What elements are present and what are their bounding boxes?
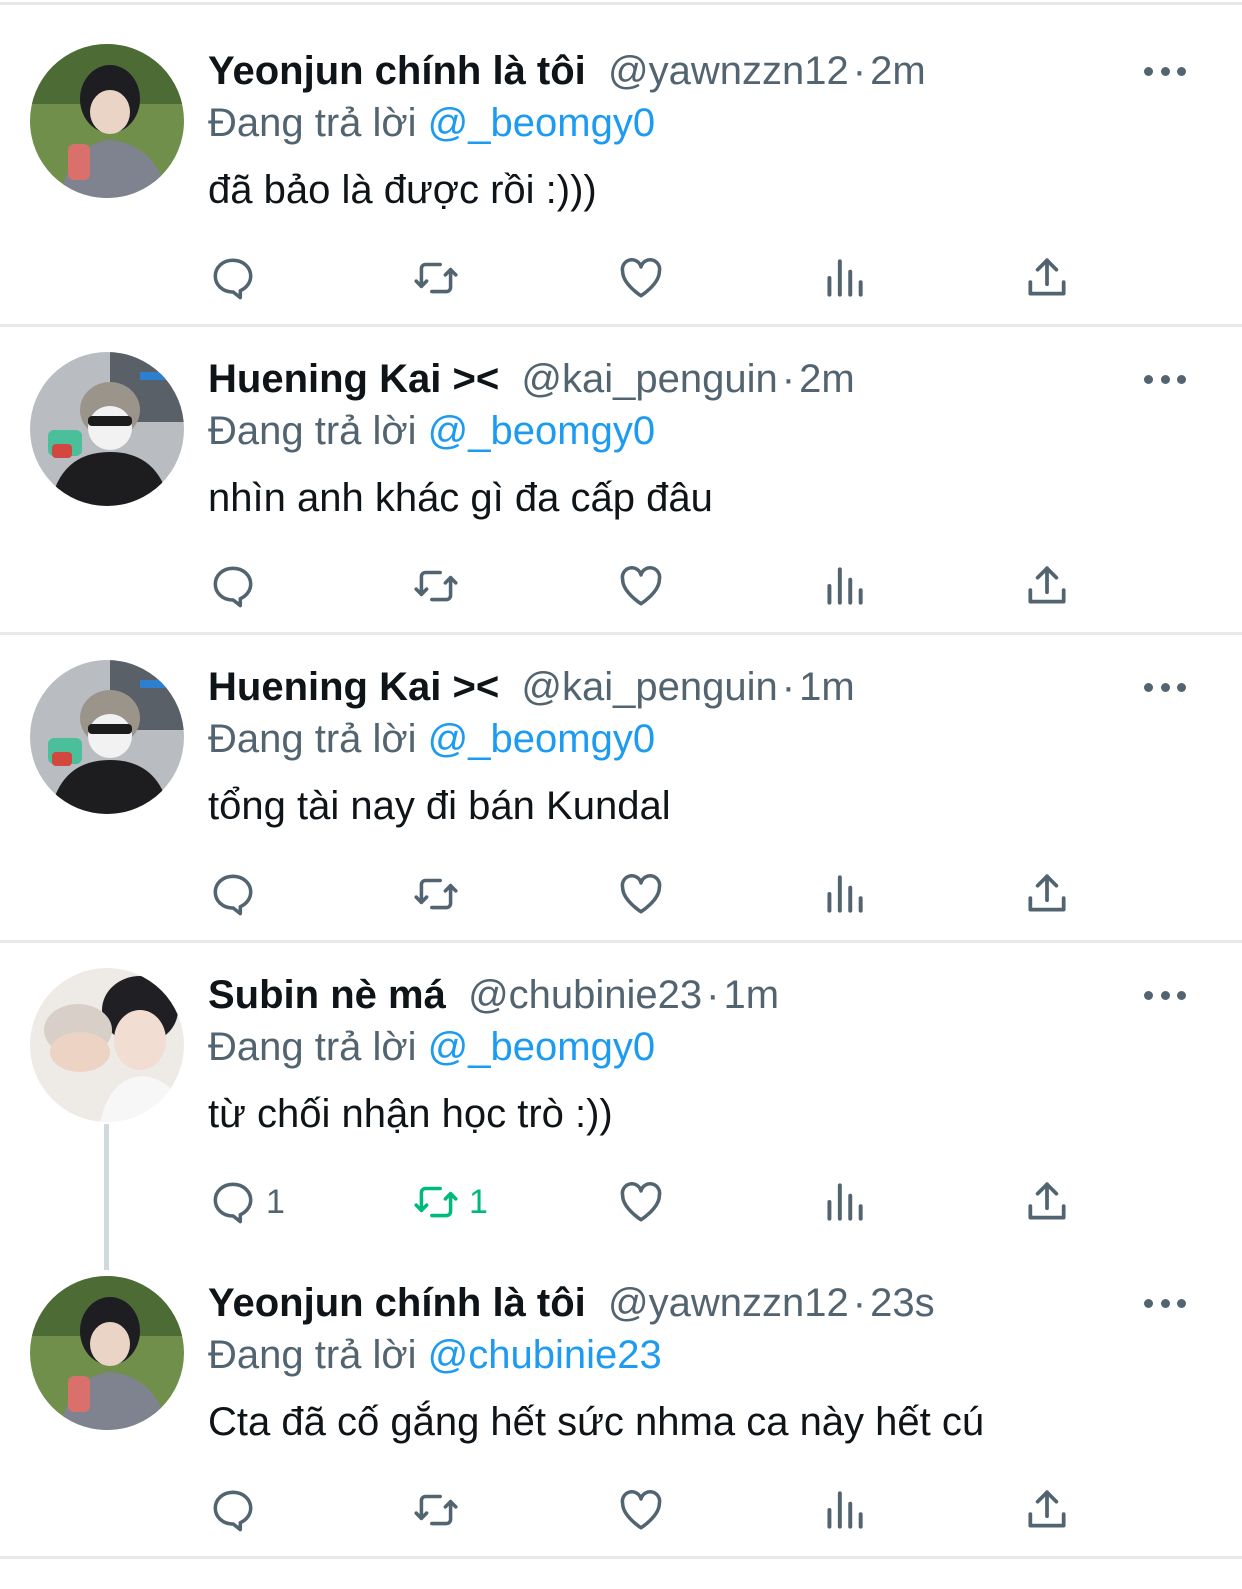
- reply-icon: [213, 1490, 253, 1532]
- like-button[interactable]: [616, 1482, 666, 1538]
- tweet-actions: [208, 1482, 1088, 1538]
- timestamp[interactable]: 23s: [870, 1281, 935, 1325]
- share-button[interactable]: [1022, 1482, 1072, 1538]
- tweet-header: Yeonjun chính là tôi @yawnzzn12 · 23s: [208, 1278, 935, 1328]
- views-icon: [827, 1491, 863, 1529]
- views-button[interactable]: [819, 1482, 869, 1538]
- reply-button[interactable]: [208, 1482, 266, 1538]
- meta-separator: ·: [852, 1281, 867, 1325]
- bottom-divider: [0, 1556, 1242, 1559]
- tweet-meta: @yawnzzn12 · 23s: [597, 1281, 935, 1325]
- tweet-5[interactable]: Yeonjun chính là tôi @yawnzzn12 · 23s Đang…: [0, 0, 1242, 1589]
- retweet-button[interactable]: [411, 1482, 469, 1538]
- tweet-text: Cta đã cố gắng hết sức nhma ca này hết c…: [208, 1400, 985, 1444]
- handle[interactable]: @yawnzzn12: [608, 1281, 849, 1325]
- more-icon[interactable]: [1138, 1288, 1192, 1318]
- retweet-icon: [414, 1494, 458, 1526]
- display-name[interactable]: Yeonjun chính là tôi: [208, 1281, 586, 1325]
- like-icon: [620, 1490, 662, 1530]
- replying-to: Đang trả lời @chubinie23: [208, 1330, 662, 1380]
- reply-mention[interactable]: @chubinie23: [428, 1333, 662, 1377]
- share-icon: [1028, 1490, 1066, 1528]
- avatar[interactable]: [30, 1276, 184, 1430]
- avatar-image: [30, 1276, 184, 1430]
- reply-label: Đang trả lời: [208, 1333, 417, 1377]
